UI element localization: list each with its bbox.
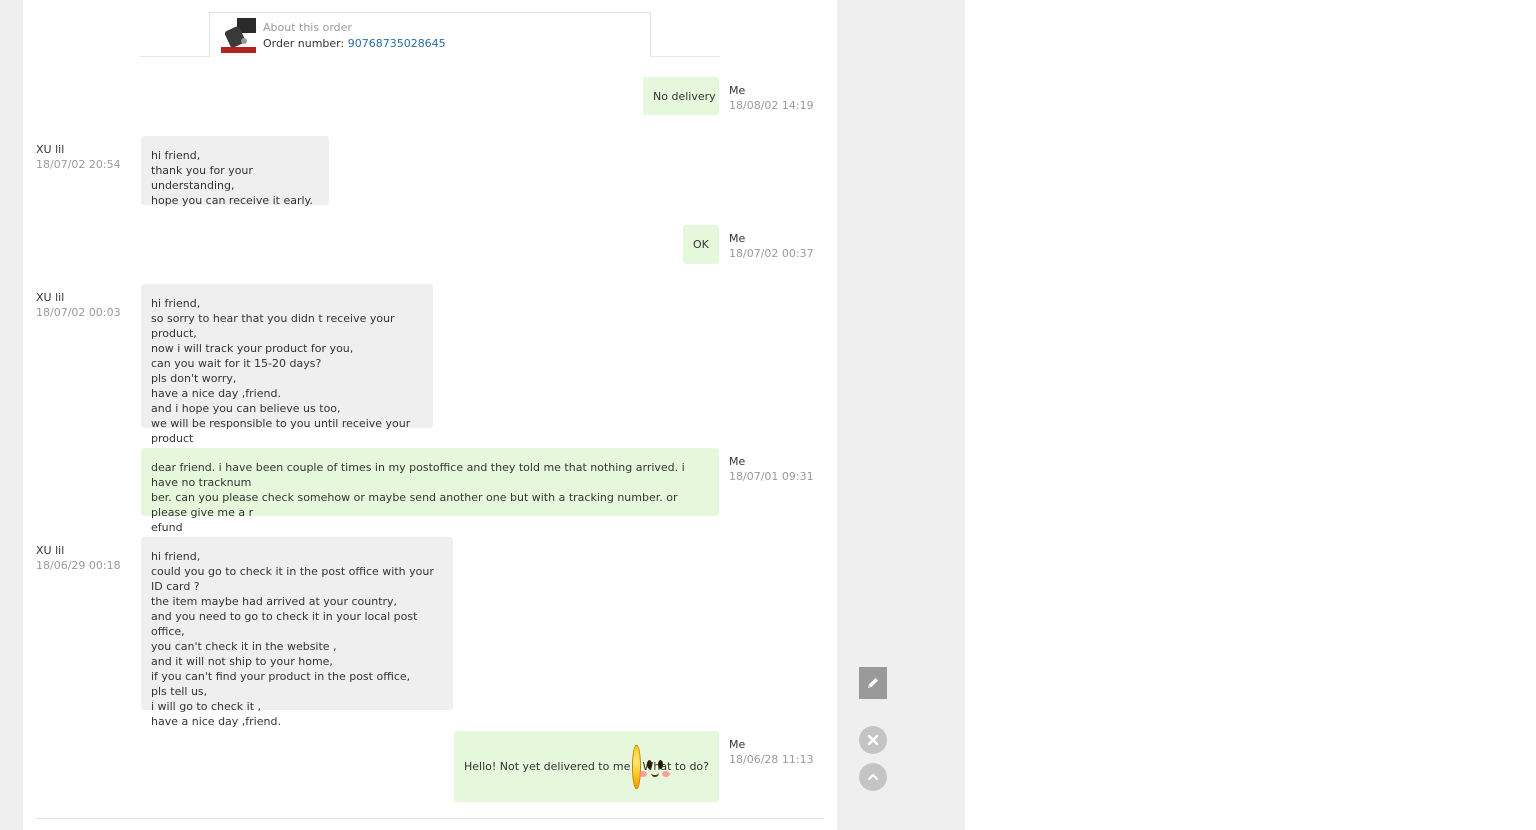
message-time: 18/07/02 00:37 <box>729 247 814 260</box>
message-meta: Me 18/07/02 00:37 <box>729 231 814 261</box>
message-meta: XU lil 18/07/02 20:54 <box>36 142 121 172</box>
message-time: 18/06/29 00:18 <box>36 559 121 572</box>
message-text: Hello! Not yet delivered to me <box>464 760 631 773</box>
message-bubble-them: hi friend, so sorry to hear that you did… <box>141 284 433 445</box>
message-time: 18/06/28 11:13 <box>729 753 814 766</box>
message-time: 18/07/01 09:31 <box>729 470 814 483</box>
order-card[interactable]: About this order Order number: 907687350… <box>209 12 651 57</box>
order-number-row: Order number: 90768735028645 <box>263 37 446 50</box>
message-meta: XU lil 18/07/02 00:03 <box>36 290 121 320</box>
order-number-link[interactable]: 90768735028645 <box>348 37 446 50</box>
back-to-top-button[interactable] <box>859 763 887 791</box>
message-bubble-me: Hello! Not yet delivered to me What to d… <box>454 731 719 802</box>
message-text: No delivery <box>653 89 716 103</box>
close-icon <box>867 734 879 746</box>
close-button[interactable] <box>859 726 887 754</box>
sender-name: XU lil <box>36 143 65 156</box>
blank-area <box>965 0 1536 830</box>
edit-button[interactable] <box>859 667 887 699</box>
sender-name: Me <box>729 232 746 245</box>
message-time: 18/07/02 20:54 <box>36 158 121 171</box>
sender-name: XU lil <box>36 544 65 557</box>
message-meta: XU lil 18/06/29 00:18 <box>36 543 121 573</box>
chevron-up-icon <box>868 774 878 780</box>
sender-name: Me <box>729 455 746 468</box>
pencil-icon <box>868 678 878 688</box>
side-toolbar-area <box>837 0 965 830</box>
message-bubble-me: No delivery <box>643 77 719 115</box>
message-text: OK <box>693 238 709 251</box>
message-bubble-them: hi friend, could you go to check it in t… <box>141 537 453 728</box>
message-bubble-them: hi friend, thank you for your understand… <box>141 136 329 207</box>
message-meta: Me 18/07/01 09:31 <box>729 454 814 484</box>
message-time: 18/08/02 14:19 <box>729 99 814 112</box>
message-meta: Me 18/08/02 14:19 <box>729 83 814 113</box>
message-bubble-me: OK <box>683 225 719 264</box>
order-number-label: Order number: <box>263 37 345 50</box>
message-meta: Me 18/06/28 11:13 <box>729 737 814 767</box>
product-thumbnail[interactable] <box>221 18 256 53</box>
left-gutter <box>0 0 23 830</box>
smiley-face-icon <box>632 744 671 789</box>
order-card-title: About this order <box>263 21 352 34</box>
divider <box>140 56 210 57</box>
message-text: What to do? <box>642 760 710 773</box>
message-time: 18/07/02 00:03 <box>36 306 121 319</box>
divider <box>650 56 720 57</box>
sender-name: Me <box>729 738 746 751</box>
sender-name: XU lil <box>36 291 65 304</box>
sender-name: Me <box>729 84 746 97</box>
message-bubble-me: dear friend. i have been couple of times… <box>141 448 719 534</box>
divider <box>36 818 824 819</box>
